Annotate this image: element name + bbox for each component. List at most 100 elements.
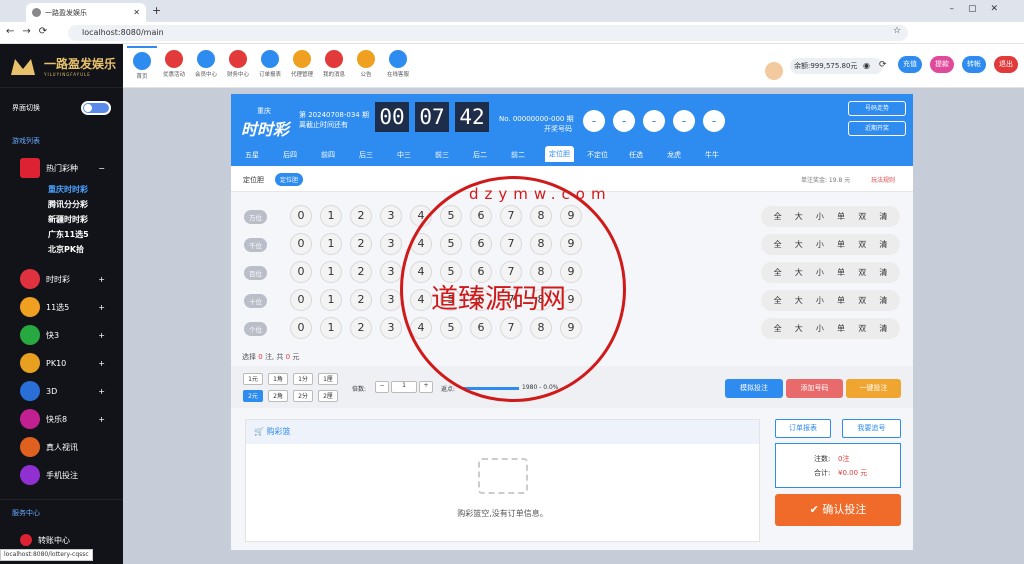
transfer-button[interactable]: 转帐 <box>962 56 986 73</box>
number-ball[interactable]: 2 <box>350 205 372 227</box>
number-ball[interactable]: 1 <box>320 205 342 227</box>
unit-1fen[interactable]: 1分 <box>293 373 313 385</box>
group-pk10[interactable]: PK10 + <box>0 349 123 377</box>
unit-1jiao[interactable]: 1角 <box>268 373 288 385</box>
group-11x5[interactable]: 11选5 + <box>0 293 123 321</box>
quick-big[interactable]: 大 <box>795 239 803 250</box>
quick-even[interactable]: 双 <box>858 267 866 278</box>
number-ball[interactable]: 9 <box>560 233 582 255</box>
close-icon[interactable]: ✕ <box>133 8 140 17</box>
tab-houer[interactable]: 后二 <box>473 150 487 160</box>
nav-agent[interactable]: 代理管理 <box>287 50 317 78</box>
tab-qianer[interactable]: 前二 <box>511 150 525 160</box>
number-ball[interactable]: 5 <box>440 261 462 283</box>
number-ball[interactable]: 5 <box>440 317 462 339</box>
number-ball[interactable]: 3 <box>380 233 402 255</box>
trend-button[interactable]: 号码走势 <box>848 101 906 116</box>
eye-icon[interactable]: ◉ <box>863 61 870 70</box>
url-input[interactable]: localhost:8080/main <box>68 25 908 41</box>
simulate-bet-button[interactable]: 模拟投注 <box>725 379 783 398</box>
tab-housi[interactable]: 后四 <box>283 150 297 160</box>
unit-1yuan[interactable]: 1元 <box>243 373 263 385</box>
quick-all[interactable]: 全 <box>774 239 782 250</box>
number-ball[interactable]: 7 <box>500 317 522 339</box>
chase-button[interactable]: 我要追号 <box>842 419 901 438</box>
plus-button[interactable]: + <box>419 381 433 393</box>
number-ball[interactable]: 4 <box>410 261 432 283</box>
number-ball[interactable]: 6 <box>470 261 492 283</box>
quick-small[interactable]: 小 <box>816 211 824 222</box>
tab-niuniu[interactable]: 牛牛 <box>705 150 719 160</box>
nav-support[interactable]: 在线客服 <box>383 50 413 78</box>
number-ball[interactable]: 1 <box>320 289 342 311</box>
number-ball[interactable]: 1 <box>320 261 342 283</box>
expand-icon[interactable]: + <box>98 415 105 424</box>
tab-renxuan[interactable]: 任选 <box>629 150 643 160</box>
sidebar-item-cqssc[interactable]: 重庆时时彩 <box>48 182 123 197</box>
quick-odd[interactable]: 单 <box>837 211 845 222</box>
sidebar-item-gd11x5[interactable]: 广东11选5 <box>48 227 123 242</box>
number-ball[interactable]: 5 <box>440 205 462 227</box>
nav-notice[interactable]: 公告 <box>351 50 381 78</box>
number-ball[interactable]: 0 <box>290 205 312 227</box>
sidebar-item-txffc[interactable]: 腾讯分分彩 <box>48 197 123 212</box>
ui-toggle-switch[interactable] <box>81 101 111 115</box>
tab-dingweidan[interactable]: 定位胆 <box>545 146 574 162</box>
number-ball[interactable]: 7 <box>500 289 522 311</box>
number-ball[interactable]: 8 <box>530 289 552 311</box>
add-number-button[interactable]: 添加号码 <box>786 379 843 398</box>
number-ball[interactable]: 3 <box>380 205 402 227</box>
number-ball[interactable]: 2 <box>350 289 372 311</box>
collapse-icon[interactable]: − <box>98 164 105 173</box>
group-k3[interactable]: 快3 + <box>0 321 123 349</box>
number-ball[interactable]: 9 <box>560 261 582 283</box>
group-3d[interactable]: 3D + <box>0 377 123 405</box>
quick-big[interactable]: 大 <box>795 295 803 306</box>
quick-clear[interactable]: 清 <box>879 295 887 306</box>
confirm-bet-button[interactable]: ✔ 确认投注 <box>775 494 901 526</box>
expand-icon[interactable]: + <box>98 331 105 340</box>
expand-icon[interactable]: + <box>98 275 105 284</box>
rebate-slider[interactable] <box>463 387 519 390</box>
number-ball[interactable]: 5 <box>440 289 462 311</box>
nav-messages[interactable]: 我的消息 <box>319 50 349 78</box>
nav-promo[interactable]: 优惠活动 <box>159 50 189 78</box>
window-controls[interactable]: –▢✕ <box>949 4 1012 14</box>
number-ball[interactable]: 9 <box>560 317 582 339</box>
expand-icon[interactable]: + <box>98 303 105 312</box>
number-ball[interactable]: 1 <box>320 233 342 255</box>
recent-button[interactable]: 近期开奖 <box>848 121 906 136</box>
number-ball[interactable]: 5 <box>440 233 462 255</box>
refresh-icon[interactable]: ⟳ <box>879 60 887 70</box>
number-ball[interactable]: 4 <box>410 205 432 227</box>
tab-zhongsan[interactable]: 中三 <box>397 150 411 160</box>
quick-small[interactable]: 小 <box>816 267 824 278</box>
unit-1li[interactable]: 1厘 <box>318 373 338 385</box>
quick-big[interactable]: 大 <box>795 211 803 222</box>
nav-arrows-icon[interactable]: ←→⟳ <box>6 26 55 37</box>
unit-2jiao[interactable]: 2角 <box>268 390 288 402</box>
quick-clear[interactable]: 清 <box>879 323 887 334</box>
group-kl8[interactable]: 快乐8 + <box>0 405 123 433</box>
number-ball[interactable]: 4 <box>410 289 432 311</box>
logout-button[interactable]: 退出 <box>994 56 1018 73</box>
nav-finance[interactable]: 财务中心 <box>223 50 253 78</box>
quick-small[interactable]: 小 <box>816 323 824 334</box>
group-ssc[interactable]: 时时彩 + <box>0 265 123 293</box>
number-ball[interactable]: 6 <box>470 233 492 255</box>
number-ball[interactable]: 4 <box>410 233 432 255</box>
sidebar-item-bjpk10[interactable]: 北京PK拾 <box>48 242 123 257</box>
quick-all[interactable]: 全 <box>774 267 782 278</box>
number-ball[interactable]: 0 <box>290 317 312 339</box>
group-hot[interactable]: 热门彩种 − <box>0 154 123 182</box>
number-ball[interactable]: 7 <box>500 205 522 227</box>
expand-icon[interactable]: + <box>98 359 105 368</box>
play-chip[interactable]: 定位胆 <box>275 173 304 186</box>
number-ball[interactable]: 2 <box>350 317 372 339</box>
new-tab-icon[interactable]: + <box>152 4 161 17</box>
number-ball[interactable]: 6 <box>470 205 492 227</box>
quick-odd[interactable]: 单 <box>837 267 845 278</box>
minus-button[interactable]: − <box>375 381 389 393</box>
tab-housan[interactable]: 后三 <box>359 150 373 160</box>
expand-icon[interactable]: + <box>98 387 105 396</box>
